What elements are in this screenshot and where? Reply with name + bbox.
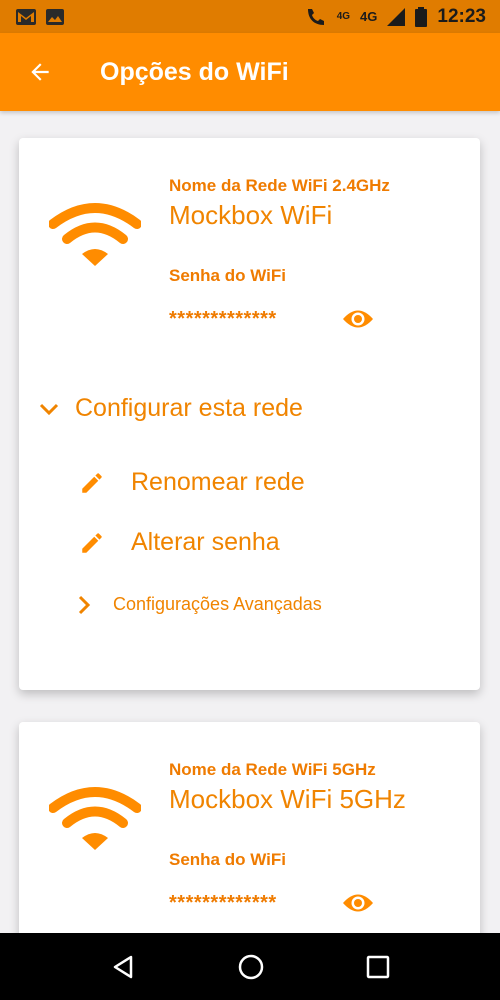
signal-icon <box>387 7 406 26</box>
chevron-down-icon <box>39 403 59 415</box>
status-right: 4G 4G 12:23 <box>305 6 486 28</box>
network-4g-label: 4G <box>360 9 378 24</box>
wifi-icon <box>49 787 141 850</box>
eye-icon[interactable] <box>341 306 375 332</box>
network-4g-small-label: 4G <box>336 11 351 22</box>
network-name-label: Nome da Rede WiFi 5GHz <box>169 760 376 779</box>
status-left <box>16 8 64 25</box>
rename-network-label: Renomear rede <box>131 468 305 496</box>
change-password-label: Alterar senha <box>131 528 280 556</box>
network-name-label: Nome da Rede WiFi 2.4GHz <box>169 176 390 195</box>
rename-network-button[interactable]: Renomear rede <box>79 468 305 497</box>
change-password-button[interactable]: Alterar senha <box>79 528 280 557</box>
password-label: Senha do WiFi <box>169 850 286 869</box>
page-title: Opções do WiFi <box>100 57 289 86</box>
pencil-icon <box>82 472 102 493</box>
network-name: Mockbox WiFi <box>169 200 333 230</box>
eye-icon[interactable] <box>341 890 375 916</box>
password-label: Senha do WiFi <box>169 266 286 285</box>
chevron-right-icon <box>78 595 91 614</box>
image-icon <box>46 8 64 25</box>
battery-icon <box>415 6 428 27</box>
advanced-settings-link[interactable]: Configurações Avançadas <box>77 594 322 615</box>
app-bar: Opções do WiFi <box>0 33 500 111</box>
arrow-back-icon <box>31 63 49 81</box>
gmail-icon <box>16 8 36 25</box>
phone-wifi-call-icon <box>307 8 324 25</box>
status-bar: 4G 4G 12:23 <box>0 0 500 33</box>
password-value: ************* <box>169 892 277 914</box>
nav-back-icon[interactable] <box>110 954 136 980</box>
password-value: ************* <box>169 308 277 330</box>
nav-home-icon[interactable] <box>237 953 265 981</box>
back-button[interactable] <box>0 33 80 111</box>
pencil-icon <box>82 532 102 553</box>
status-time: 12:23 <box>437 5 486 27</box>
nav-recents-icon[interactable] <box>366 955 390 979</box>
configure-network-label: Configurar esta rede <box>75 394 303 422</box>
network-card-2-4ghz: Nome da Rede WiFi 2.4GHz Mockbox WiFi Se… <box>19 138 480 690</box>
wifi-icon <box>49 203 141 266</box>
advanced-settings-label: Configurações Avançadas <box>113 594 322 614</box>
configure-network-toggle[interactable]: Configurar esta rede <box>39 394 303 423</box>
system-nav-bar <box>0 933 500 1000</box>
network-name: Mockbox WiFi 5GHz <box>169 784 406 814</box>
